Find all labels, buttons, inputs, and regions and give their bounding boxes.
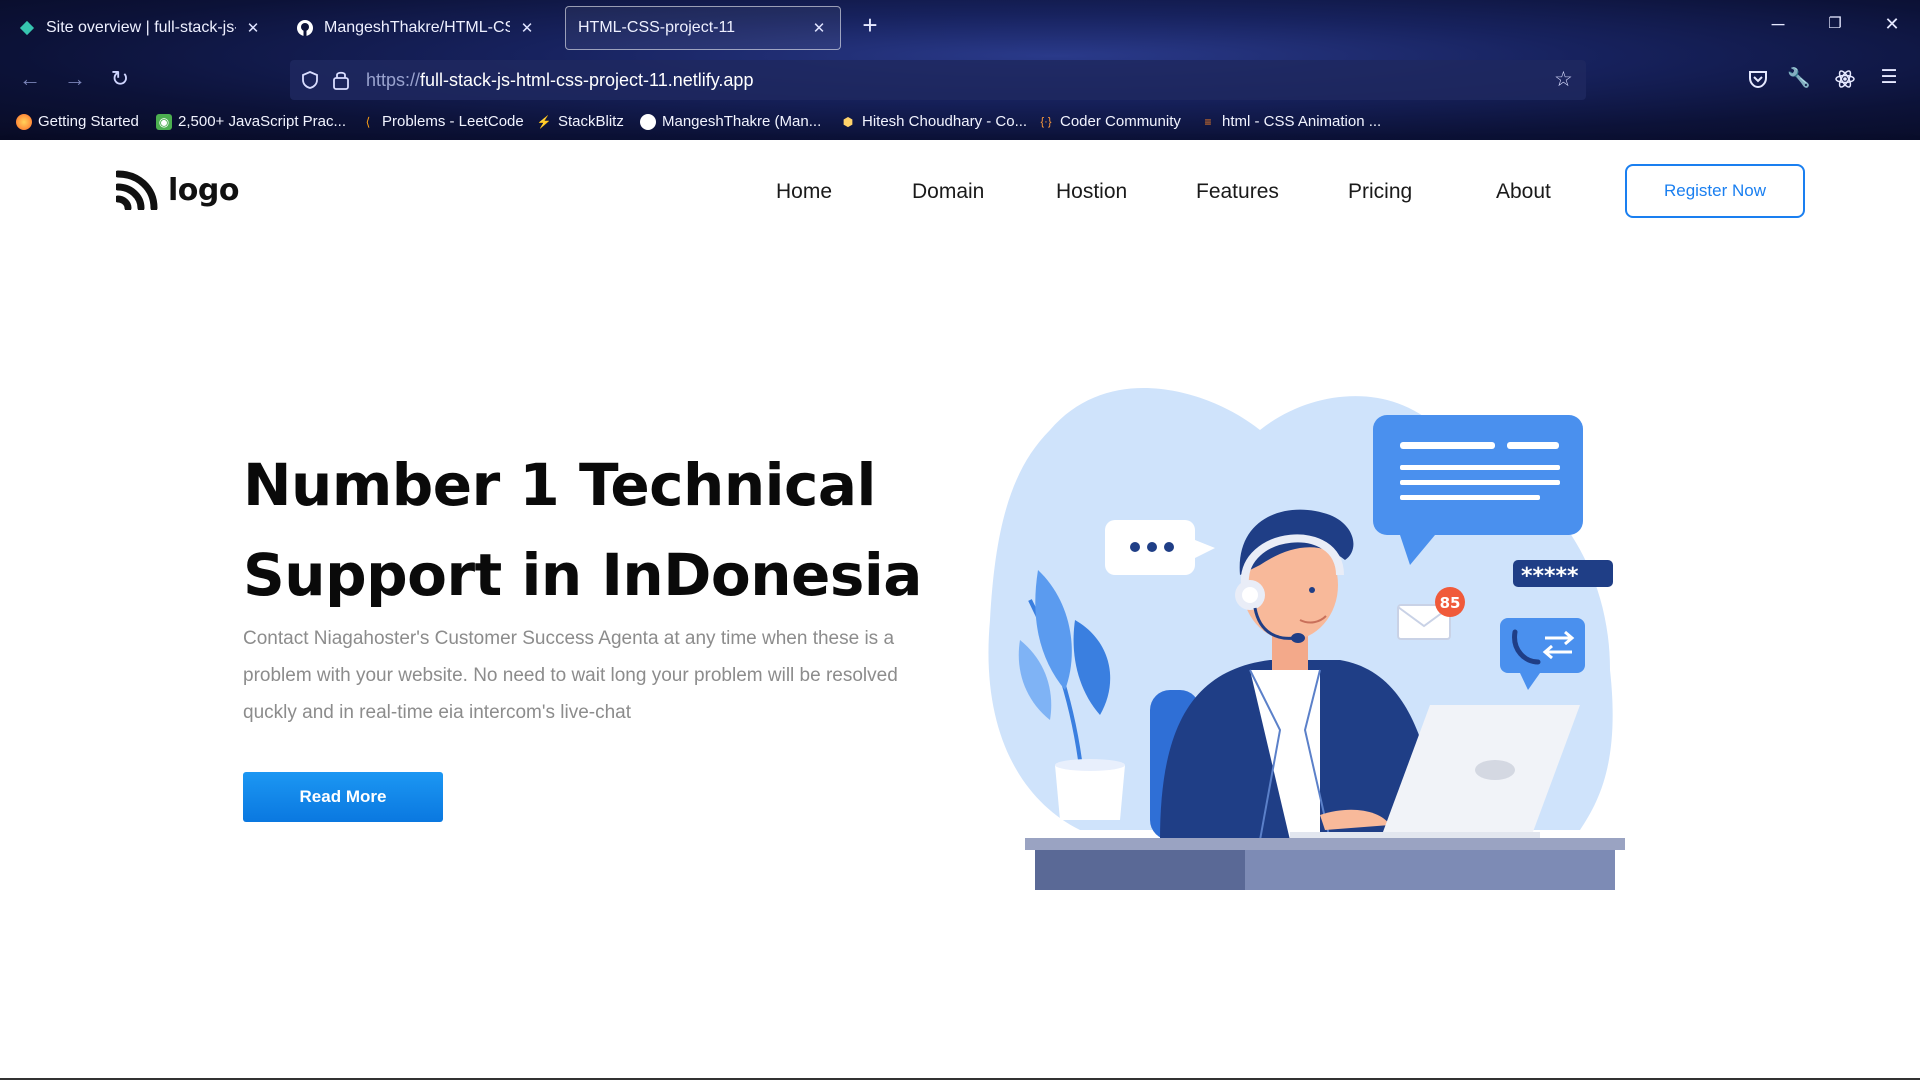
bookmark-label: StackBlitz [558,113,624,130]
url-text: https://full-stack-js-html-css-project-1… [366,70,753,91]
close-tab-icon[interactable]: ✕ [244,19,262,37]
restore-icon[interactable]: ❐ [1823,14,1847,32]
nav-features[interactable]: Features [1196,180,1279,204]
tab-title: HTML-CSS-project-11 [578,19,736,36]
close-tab-icon[interactable]: ✕ [518,19,536,37]
minimize-icon[interactable]: ─ [1766,14,1790,35]
wrench-icon[interactable]: 🔧 [1786,66,1812,90]
github-icon [297,20,313,36]
pocket-icon[interactable] [1745,68,1771,90]
tab-title: Site overview | full-stack-js-html [46,19,236,36]
hero-headline: Number 1 Technical Support in InDonesia [243,451,922,609]
owl-icon: ◉ [156,113,172,130]
arrow-left-icon[interactable]: ← [16,66,44,92]
bookmark-getting-started[interactable]: Getting Started [16,113,139,130]
bookmark-css-animation[interactable]: ≡ html - CSS Animation ... [1200,113,1381,130]
site-header: logo Home Domain Hostion Features Pricin… [0,140,1920,240]
tab-strip: Site overview | full-stack-js-html ✕ Man… [0,0,1920,54]
tab-active-project[interactable]: HTML-CSS-project-11 ✕ [565,6,841,50]
bookmark-javascript-practice[interactable]: ◉ 2,500+ JavaScript Prac... [156,113,346,130]
bookmark-label: html - CSS Animation ... [1222,113,1382,130]
browser-chrome: Site overview | full-stack-js-html ✕ Man… [0,0,1920,140]
shield-icon[interactable] [300,70,320,90]
firefox-icon [16,113,32,130]
bookmark-stackblitz[interactable]: ⚡ StackBlitz [536,113,624,130]
rss-logo-icon [116,170,158,210]
bookmark-label: Coder Community [1060,113,1181,130]
bookmark-hitesh[interactable]: ⬢ Hitesh Choudhary - Co... [840,113,1027,130]
bookmark-coder-community[interactable]: {·} Coder Community [1038,113,1181,130]
register-now-button[interactable]: Register Now [1625,164,1805,218]
leetcode-icon: ⟨ [365,114,371,129]
nav-home[interactable]: Home [776,180,832,204]
arrow-right-icon[interactable]: → [61,66,89,92]
nav-domain[interactable]: Domain [912,180,984,204]
netlify-diamond-icon [19,20,35,36]
url-host: full-stack-js-html-css-project-11.netlif… [420,70,754,90]
hero-section: Number 1 Technical Support in InDonesia … [0,240,1920,1078]
lightning-icon: ⚡ [536,114,552,129]
url-scheme: https:// [366,70,421,90]
tab-title: MangeshThakre/HTML-CSS-Pro [324,19,510,36]
logo-text: logo [168,172,239,208]
bookmark-label: MangeshThakre (Man... [662,113,822,130]
navigation-toolbar: ← → ↻ https://full-stack-js-html-css-pro… [0,58,1920,102]
read-more-button[interactable]: Read More [243,772,443,822]
password-field-icon: ***** [1513,560,1613,589]
close-window-icon[interactable]: ✕ [1880,14,1904,35]
bookmark-label: Hitesh Choudhary - Co... [862,113,1028,130]
stackoverflow-icon: ≡ [1204,114,1212,129]
support-agent-illustration: ***** 85 [988,388,1625,890]
notification-count: 85 [1440,594,1461,612]
braces-icon: {·} [1040,115,1052,128]
bookmarks-bar: Getting Started ◉ 2,500+ JavaScript Prac… [0,110,1920,138]
nav-about[interactable]: About [1496,180,1551,204]
bookmark-label: Problems - LeetCode [382,113,524,130]
nav-pricing[interactable]: Pricing [1348,180,1412,204]
lock-icon[interactable] [332,69,350,91]
bookmark-label: Getting Started [38,113,139,130]
bookmark-label: 2,500+ JavaScript Prac... [178,113,347,130]
site-logo[interactable]: logo [116,170,239,210]
close-tab-icon[interactable]: ✕ [810,19,828,37]
bookmark-github-profile[interactable]: MangeshThakre (Man... [640,113,821,130]
password-mask: ***** [1521,564,1579,589]
reload-icon[interactable]: ↻ [106,66,134,92]
tab-site-overview[interactable]: Site overview | full-stack-js-html ✕ [6,6,274,50]
cube-icon: ⬢ [842,114,854,129]
github-icon [640,113,656,130]
bookmark-leetcode[interactable]: ⟨ Problems - LeetCode [360,113,524,130]
nav-hostion[interactable]: Hostion [1056,180,1127,204]
react-icon[interactable] [1832,68,1858,90]
address-bar[interactable]: https://full-stack-js-html-css-project-1… [290,60,1586,100]
hero-description: Contact Niagahoster's Customer Success A… [243,628,898,723]
hamburger-menu-icon[interactable]: ☰ [1876,66,1902,89]
tab-github[interactable]: MangeshThakre/HTML-CSS-Pro ✕ [284,6,548,50]
new-tab-icon[interactable]: + [858,10,882,41]
bookmark-star-icon[interactable]: ☆ [1554,67,1573,92]
